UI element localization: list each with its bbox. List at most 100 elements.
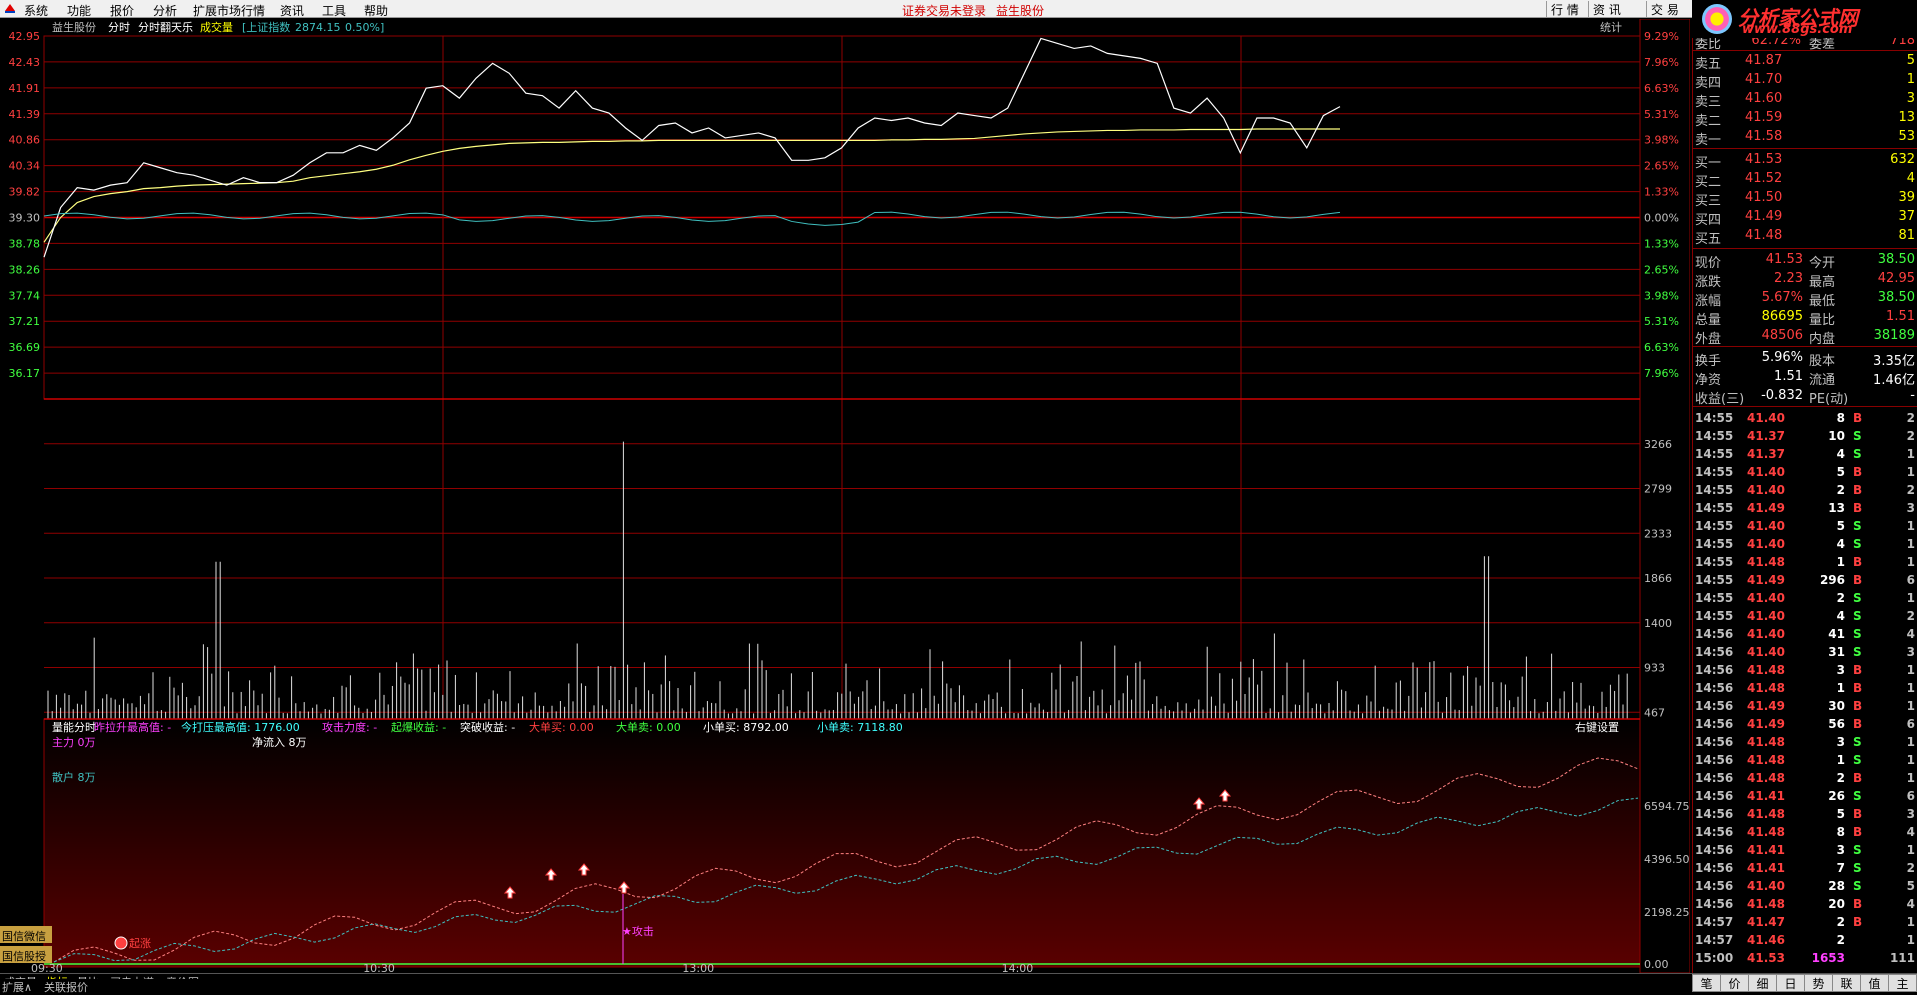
fundamental-value: 3.35亿 <box>1873 354 1915 369</box>
header-volume-label: 成交量 <box>200 20 233 34</box>
right-panel-tab[interactable]: 值 <box>1860 974 1889 992</box>
tick-count: 2 <box>1906 483 1915 497</box>
ask-label: 卖一 <box>1695 133 1722 148</box>
right-panel-tab[interactable]: 势 <box>1804 974 1833 992</box>
related-quote-button[interactable]: 关联报价 <box>44 979 88 995</box>
tick-direction: B <box>1853 555 1863 569</box>
menu-system[interactable]: 系统 <box>24 2 48 19</box>
right-panel-tab[interactable]: 笔 <box>1692 974 1721 992</box>
tick-count: 2 <box>1906 609 1915 623</box>
price-axis-label: 40.34 <box>9 160 41 173</box>
tab-trade[interactable]: 交 易 <box>1646 1 1683 17</box>
ask-level-row[interactable]: 卖一 41.58 53 <box>1693 128 1917 148</box>
tick-row: 14:55 41.40 4 S 2 <box>1693 608 1917 626</box>
ask-price: 41.70 <box>1745 72 1783 87</box>
tick-time: 14:56 <box>1695 681 1734 695</box>
tick-row: 14:56 41.40 28 S 5 <box>1693 878 1917 896</box>
tick-row: 14:56 41.41 26 S 6 <box>1693 788 1917 806</box>
menu-ext-market[interactable]: 扩展市场行情 <box>193 2 265 19</box>
right-panel-tab[interactable]: 联 <box>1832 974 1861 992</box>
tick-direction: S <box>1853 591 1862 605</box>
tab-quote[interactable]: 行 情 <box>1546 1 1583 17</box>
quote-value: 5.67% <box>1761 290 1803 305</box>
quote-label: 总量 <box>1695 313 1722 328</box>
fundamental-value: - <box>1910 388 1915 403</box>
tick-row: 14:55 41.40 2 S 1 <box>1693 590 1917 608</box>
ask-label: 卖五 <box>1695 57 1722 72</box>
guoxin-advisor-button[interactable]: 国信股授 <box>0 946 52 963</box>
tick-time: 15:00 <box>1695 951 1734 965</box>
guoxin-wechat-button[interactable]: 国信微信 <box>0 926 52 943</box>
tick-time: 14:55 <box>1695 609 1734 623</box>
bid-volume: 4 <box>1906 171 1915 186</box>
bid-level-row[interactable]: 买五 41.48 81 <box>1693 227 1917 247</box>
ask-level-row[interactable]: 卖四 41.70 1 <box>1693 71 1917 91</box>
tick-volume: 1 <box>1836 555 1845 569</box>
intraday-chart[interactable]: 42.95 9.29% 42.43 7.96% 41.91 6.63% 41.39 5.31%… <box>0 19 1690 973</box>
indicator-panel <box>43 718 1641 968</box>
price-axis-label: 38.78 <box>9 237 41 250</box>
tick-direction: S <box>1853 447 1862 461</box>
price-axis-label: 42.95 <box>9 30 41 43</box>
indicator-header-item: 小单卖: 7118.80 <box>817 721 903 734</box>
expand-button[interactable]: 扩展∧ <box>2 979 32 995</box>
tick-time: 14:56 <box>1695 897 1734 911</box>
menu-bar: 系统 功能 报价 分析 扩展市场行情 资讯 工具 帮助 证券交易未登录 益生股份… <box>0 0 1917 18</box>
tick-direction: S <box>1853 879 1862 893</box>
right-panel-tab[interactable]: 日 <box>1776 974 1805 992</box>
bid-volume: 39 <box>1898 190 1915 205</box>
bid-level-row[interactable]: 买四 41.49 37 <box>1693 208 1917 228</box>
menu-function[interactable]: 功能 <box>67 2 91 19</box>
bid-level-row[interactable]: 买三 41.50 39 <box>1693 189 1917 209</box>
tick-count: 1 <box>1906 591 1915 605</box>
tick-direction: S <box>1853 537 1862 551</box>
fundamental-value: 1.46亿 <box>1873 373 1915 388</box>
tick-row: 15:00 41.53 1653 111 <box>1693 950 1917 968</box>
ask-volume: 1 <box>1906 72 1915 87</box>
quote-value: 1.51 <box>1886 309 1915 324</box>
tick-time: 14:55 <box>1695 483 1734 497</box>
right-panel-tab[interactable]: 价 <box>1720 974 1749 992</box>
bid-level-row[interactable]: 买一 41.53 632 <box>1693 151 1917 171</box>
ask-level-row[interactable]: 卖三 41.60 3 <box>1693 90 1917 110</box>
bid-level-row[interactable]: 买二 41.52 4 <box>1693 170 1917 190</box>
tick-count: 1 <box>1906 843 1915 857</box>
tick-count: 6 <box>1906 789 1915 803</box>
tick-price: 41.40 <box>1747 483 1785 497</box>
tick-time: 14:55 <box>1695 519 1734 533</box>
tick-price: 41.53 <box>1747 951 1785 965</box>
menu-analysis[interactable]: 分析 <box>153 2 177 19</box>
ask-volume: 5 <box>1906 53 1915 68</box>
tick-row: 14:55 41.40 2 B 2 <box>1693 482 1917 500</box>
tick-count: 2 <box>1906 861 1915 875</box>
tick-volume: 30 <box>1828 699 1845 713</box>
menu-help[interactable]: 帮助 <box>364 2 388 19</box>
tab-news[interactable]: 资 讯 <box>1588 1 1625 17</box>
price-axis-label: 40.86 <box>9 134 41 147</box>
chart-area[interactable]: 42.95 9.29% 42.43 7.96% 41.91 6.63% 41.39 5.31%… <box>0 19 1690 973</box>
menu-info[interactable]: 资讯 <box>280 2 304 19</box>
bid-price: 41.53 <box>1745 152 1783 167</box>
ask-level-row[interactable]: 卖二 41.59 13 <box>1693 109 1917 129</box>
tick-direction: B <box>1853 483 1863 497</box>
tick-price: 41.40 <box>1747 879 1785 893</box>
tick-time: 14:56 <box>1695 807 1734 821</box>
pct-axis-label: 0.00% <box>1644 212 1679 225</box>
quote-label: 现价 <box>1695 256 1722 271</box>
right-panel-tab[interactable]: 主 <box>1888 974 1917 992</box>
bid-price: 41.52 <box>1745 171 1783 186</box>
right-panel-tab[interactable]: 细 <box>1748 974 1777 992</box>
ask-level-row[interactable]: 卖五 41.87 5 <box>1693 52 1917 72</box>
tick-direction: S <box>1853 609 1862 623</box>
tick-time: 14:57 <box>1695 915 1734 929</box>
tick-volume: 2 <box>1836 933 1845 947</box>
flower-logo-icon <box>1702 4 1732 34</box>
time-axis-label: 14:00 <box>1002 962 1034 973</box>
tick-volume: 2 <box>1836 915 1845 929</box>
app-logo-icon[interactable] <box>4 2 16 17</box>
menu-quote[interactable]: 报价 <box>110 2 134 19</box>
tick-row: 14:55 41.40 5 S 1 <box>1693 518 1917 536</box>
tick-volume: 296 <box>1819 573 1845 587</box>
tick-price: 41.48 <box>1747 897 1785 911</box>
menu-tools[interactable]: 工具 <box>322 2 346 19</box>
